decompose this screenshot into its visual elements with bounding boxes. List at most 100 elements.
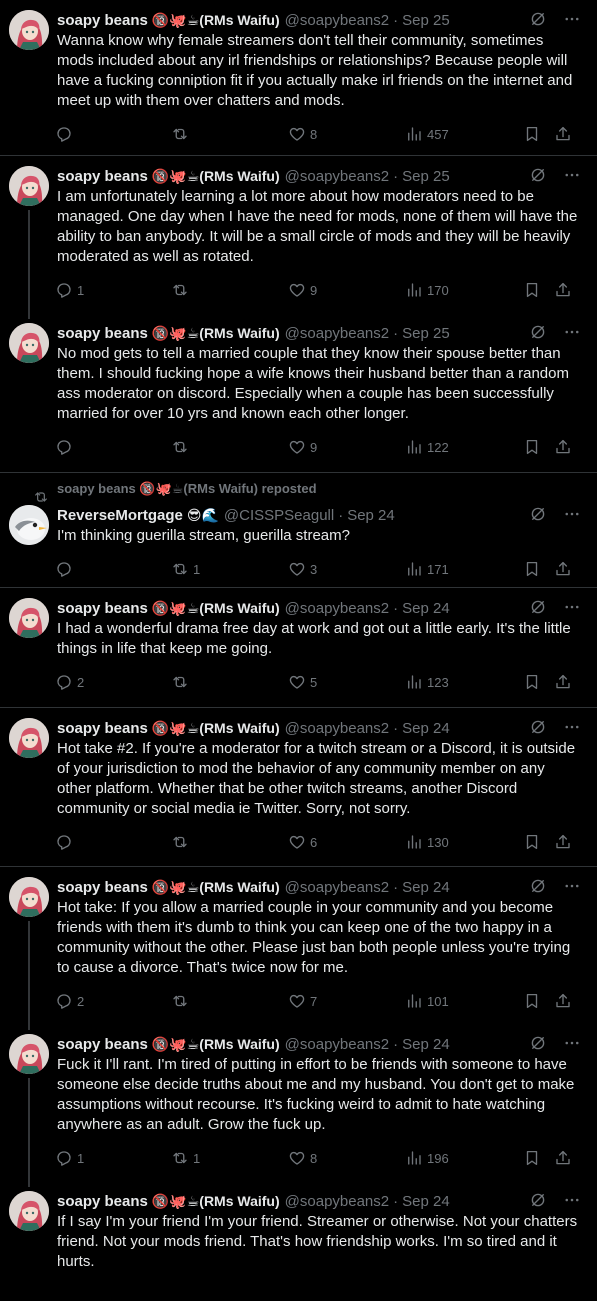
reply-button[interactable]	[55, 438, 77, 456]
repost-button[interactable]	[171, 125, 193, 143]
share-button[interactable]	[554, 833, 572, 851]
grok-icon[interactable]	[529, 877, 547, 895]
timestamp[interactable]: Sep 24	[347, 507, 395, 524]
tweet[interactable]: soapy beans 🔞🐙☕(RMs Waifu) @soapybeans2 …	[0, 313, 597, 473]
timestamp[interactable]: Sep 24	[402, 1036, 450, 1053]
reply-button[interactable]	[55, 833, 77, 851]
handle[interactable]: @CISSPSeagull	[224, 507, 334, 524]
share-button[interactable]	[554, 673, 572, 691]
display-name[interactable]: ReverseMortgage	[57, 507, 183, 524]
timestamp[interactable]: Sep 24	[402, 600, 450, 617]
like-button[interactable]: 7	[288, 992, 317, 1010]
handle[interactable]: @soapybeans2	[285, 720, 389, 737]
repost-button[interactable]	[171, 438, 193, 456]
views-button[interactable]: 171	[405, 560, 449, 578]
handle[interactable]: @soapybeans2	[285, 168, 389, 185]
display-name[interactable]: soapy beans	[57, 12, 148, 29]
views-button[interactable]: 196	[405, 1149, 449, 1167]
like-button[interactable]: 9	[288, 438, 317, 456]
grok-icon[interactable]	[529, 1034, 547, 1052]
handle[interactable]: @soapybeans2	[285, 879, 389, 896]
share-button[interactable]	[554, 1149, 572, 1167]
display-name[interactable]: soapy beans	[57, 1036, 148, 1053]
timestamp[interactable]: Sep 25	[402, 12, 450, 29]
timestamp[interactable]: Sep 25	[402, 325, 450, 342]
like-button[interactable]: 6	[288, 833, 317, 851]
reply-button[interactable]	[55, 560, 77, 578]
display-name[interactable]: soapy beans	[57, 600, 148, 617]
reply-button[interactable]: 1	[55, 281, 84, 299]
reply-button[interactable]: 1	[55, 1149, 84, 1167]
reply-button[interactable]: 2	[55, 992, 84, 1010]
handle[interactable]: @soapybeans2	[285, 325, 389, 342]
grok-icon[interactable]	[529, 323, 547, 341]
avatar[interactable]	[9, 1034, 49, 1074]
handle[interactable]: @soapybeans2	[285, 12, 389, 29]
bookmark-button[interactable]	[523, 673, 541, 691]
tweet[interactable]: soapy beans 🔞🐙☕(RMs Waifu) @soapybeans2 …	[0, 1024, 597, 1181]
handle[interactable]: @soapybeans2	[285, 600, 389, 617]
repost-label[interactable]: soapy beans 🔞🐙☕(RMs Waifu) reposted	[35, 481, 317, 502]
bookmark-button[interactable]	[523, 281, 541, 299]
share-button[interactable]	[554, 125, 572, 143]
reply-button[interactable]: 2	[55, 673, 84, 691]
like-button[interactable]: 8	[288, 1149, 317, 1167]
more-icon[interactable]	[563, 323, 581, 341]
more-icon[interactable]	[563, 1191, 581, 1209]
grok-icon[interactable]	[529, 598, 547, 616]
avatar[interactable]	[9, 505, 49, 545]
views-button[interactable]: 457	[405, 125, 449, 143]
repost-button[interactable]	[171, 833, 193, 851]
timestamp[interactable]: Sep 24	[402, 1193, 450, 1210]
like-button[interactable]: 3	[288, 560, 317, 578]
like-button[interactable]: 8	[288, 125, 317, 143]
tweet[interactable]: soapy beans 🔞🐙☕(RMs Waifu) @soapybeans2 …	[0, 156, 597, 313]
avatar[interactable]	[9, 166, 49, 206]
more-icon[interactable]	[563, 505, 581, 523]
avatar[interactable]	[9, 1191, 49, 1231]
timestamp[interactable]: Sep 24	[402, 720, 450, 737]
handle[interactable]: @soapybeans2	[285, 1193, 389, 1210]
avatar[interactable]	[9, 10, 49, 50]
bookmark-button[interactable]	[523, 560, 541, 578]
bookmark-button[interactable]	[523, 125, 541, 143]
views-button[interactable]: 130	[405, 833, 449, 851]
share-button[interactable]	[554, 560, 572, 578]
share-button[interactable]	[554, 438, 572, 456]
like-button[interactable]: 9	[288, 281, 317, 299]
grok-icon[interactable]	[529, 505, 547, 523]
reply-button[interactable]	[55, 125, 77, 143]
tweet[interactable]: soapy beans 🔞🐙☕(RMs Waifu) @soapybeans2 …	[0, 708, 597, 867]
grok-icon[interactable]	[529, 166, 547, 184]
more-icon[interactable]	[563, 10, 581, 28]
repost-button[interactable]: 1	[171, 560, 200, 578]
tweet[interactable]: soapy beans 🔞🐙☕(RMs Waifu) @soapybeans2 …	[0, 0, 597, 156]
display-name[interactable]: soapy beans	[57, 879, 148, 896]
repost-button[interactable]	[171, 992, 193, 1010]
tweet[interactable]: soapy beans 🔞🐙☕(RMs Waifu) @soapybeans2 …	[0, 1181, 597, 1301]
handle[interactable]: @soapybeans2	[285, 1036, 389, 1053]
repost-button[interactable]: 1	[171, 1149, 200, 1167]
timestamp[interactable]: Sep 24	[402, 879, 450, 896]
avatar[interactable]	[9, 323, 49, 363]
display-name[interactable]: soapy beans	[57, 168, 148, 185]
views-button[interactable]: 122	[405, 438, 449, 456]
grok-icon[interactable]	[529, 718, 547, 736]
repost-button[interactable]	[171, 673, 193, 691]
avatar[interactable]	[9, 877, 49, 917]
share-button[interactable]	[554, 992, 572, 1010]
display-name[interactable]: soapy beans	[57, 325, 148, 342]
avatar[interactable]	[9, 598, 49, 638]
more-icon[interactable]	[563, 718, 581, 736]
bookmark-button[interactable]	[523, 438, 541, 456]
tweet[interactable]: soapy beans 🔞🐙☕(RMs Waifu) @soapybeans2 …	[0, 867, 597, 1024]
avatar[interactable]	[9, 718, 49, 758]
more-icon[interactable]	[563, 166, 581, 184]
bookmark-button[interactable]	[523, 992, 541, 1010]
grok-icon[interactable]	[529, 10, 547, 28]
tweet[interactable]: soapy beans 🔞🐙☕(RMs Waifu) reposted Reve…	[0, 473, 597, 588]
more-icon[interactable]	[563, 1034, 581, 1052]
share-button[interactable]	[554, 281, 572, 299]
views-button[interactable]: 123	[405, 673, 449, 691]
bookmark-button[interactable]	[523, 1149, 541, 1167]
